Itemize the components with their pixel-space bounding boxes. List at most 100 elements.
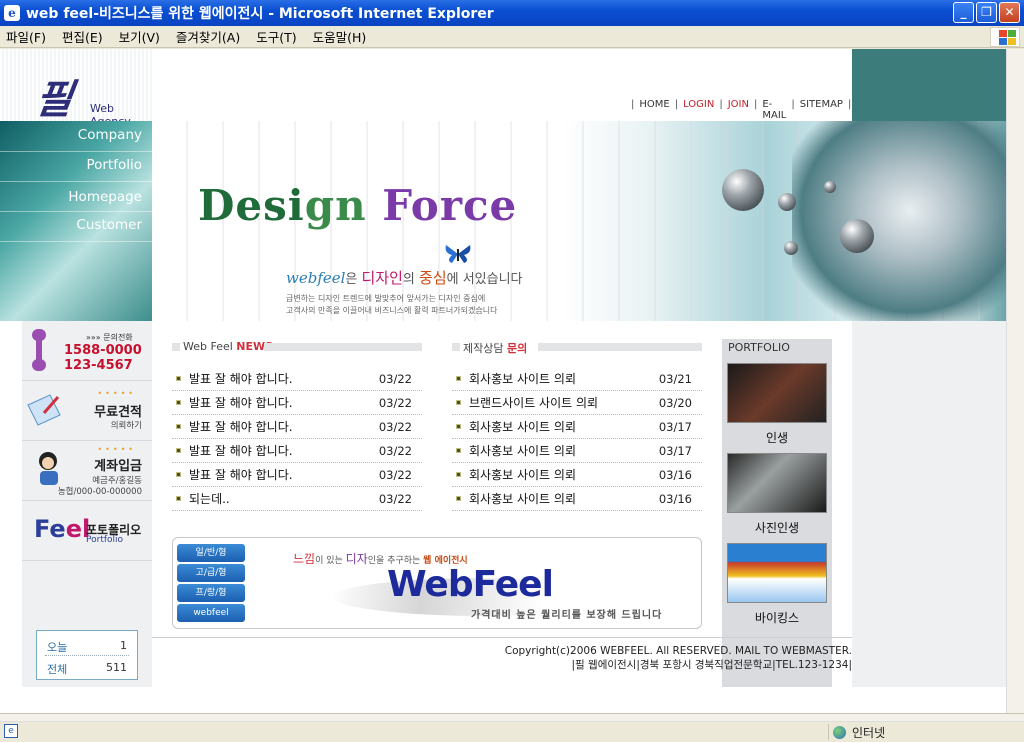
- page-status-icon: e: [4, 724, 18, 738]
- top-nav: | HOME | LOGIN | JOIN | E-MAIL | SITEMAP…: [631, 99, 852, 121]
- bullet-icon: [176, 376, 181, 381]
- side-nav-homepage[interactable]: Homepage: [68, 189, 142, 205]
- list-item-title[interactable]: 회사홍보 사이트 의뢰: [469, 490, 659, 507]
- list-item-title[interactable]: 발표 잘 해야 합니다.: [189, 418, 379, 435]
- quote-title: 무료견적: [94, 405, 142, 420]
- list-item[interactable]: 발표 잘 해야 합니다. 03/22: [172, 391, 422, 415]
- list-item-title[interactable]: 회사홍보 사이트 의뢰: [469, 418, 659, 435]
- sphere-decoration: [778, 193, 796, 211]
- portfolio-caption-3[interactable]: 바이킹스: [722, 609, 832, 626]
- list-item-title[interactable]: 회사홍보 사이트 의뢰: [469, 370, 659, 387]
- hero-banner: Design Force webfeel은 디자인의 중심에 서있습니다 급변하…: [152, 121, 1006, 321]
- list-item[interactable]: 브랜드사이트 사이트 의뢰 03/20: [452, 391, 702, 415]
- right-padding: [852, 321, 1006, 687]
- close-button[interactable]: ✕: [999, 2, 1020, 23]
- menu-bar: 파일(F) 편집(E) 보기(V) 즐겨찾기(A) 도구(T) 도움말(H): [0, 26, 1024, 48]
- side-nav-customer[interactable]: Customer: [76, 217, 142, 233]
- list-item-title[interactable]: 회사홍보 사이트 의뢰: [469, 466, 659, 483]
- list-item[interactable]: 발표 잘 해야 합니다. 03/22: [172, 463, 422, 487]
- bullet-icon: [456, 448, 461, 453]
- portfolio-shortcut-box[interactable]: Feel 포토폴리오 Portfolio: [22, 501, 152, 561]
- person-icon: [39, 452, 58, 485]
- list-item[interactable]: 되는데.. 03/22: [172, 487, 422, 511]
- side-nav-company[interactable]: Company: [78, 127, 142, 143]
- menu-file[interactable]: 파일(F): [6, 27, 46, 46]
- browser-viewport[interactable]: 필 Web Agency | HOME | LOGIN | JOIN | E-M…: [0, 49, 1006, 713]
- nav-email[interactable]: E-MAIL: [762, 99, 786, 121]
- list-item[interactable]: 발표 잘 해야 합니다. 03/22: [172, 367, 422, 391]
- security-zone: 인터넷: [828, 724, 1018, 740]
- portfolio-heading: PORTFOLIO: [728, 341, 790, 354]
- side-nav: Company Portfolio Homepage Customer: [0, 121, 152, 321]
- nav-sitemap[interactable]: SITEMAP: [800, 99, 843, 121]
- list-item-title[interactable]: 발표 잘 해야 합니다.: [189, 394, 379, 411]
- window-titlebar[interactable]: e web feel-비즈니스를 위한 웹에이전시 - Microsoft In…: [0, 0, 1024, 26]
- bank-account-number: 농협/000-00-000000: [57, 487, 142, 497]
- hero-description: 급변하는 디자인 트렌드에 발맞추어 앞서가는 디자인 중심에 고객사의 만족을…: [286, 294, 498, 315]
- bank-title: 계좌입금: [94, 459, 142, 474]
- menu-tools[interactable]: 도구(T): [256, 27, 296, 46]
- menu-help[interactable]: 도움말(H): [313, 27, 367, 46]
- bank-transfer-box[interactable]: ••••• 계좌입금 예금주/홍길동 농협/000-00-000000: [22, 441, 152, 501]
- list-item[interactable]: 회사홍보 사이트 의뢰 03/17: [452, 439, 702, 463]
- nav-login[interactable]: LOGIN: [683, 99, 714, 121]
- horizontal-scrollbar[interactable]: [0, 714, 1024, 722]
- sphere-decoration: [722, 169, 764, 211]
- list-item-title[interactable]: 브랜드사이트 사이트 의뢰: [469, 394, 659, 411]
- nav-home[interactable]: HOME: [639, 99, 669, 121]
- list-item[interactable]: 회사홍보 사이트 의뢰 03/16: [452, 487, 702, 511]
- portfolio-thumb-3[interactable]: [727, 543, 827, 603]
- zone-label: 인터넷: [852, 725, 886, 740]
- side-nav-portfolio[interactable]: Portfolio: [86, 157, 142, 173]
- list-item[interactable]: 발표 잘 해야 합니다. 03/22: [172, 415, 422, 439]
- list-item-date: 03/21: [658, 371, 692, 386]
- bullet-icon: [456, 472, 461, 477]
- bullet-icon: [176, 400, 181, 405]
- site-logo[interactable]: 필 Web Agency: [0, 49, 152, 128]
- globe-icon: [833, 725, 846, 739]
- list-item-title[interactable]: 발표 잘 해야 합니다.: [189, 442, 379, 459]
- plan-flash-button[interactable]: 프/랑/형: [177, 584, 245, 602]
- list-item-date: 03/22: [378, 395, 412, 410]
- bullet-icon: [176, 448, 181, 453]
- minimize-button[interactable]: _: [953, 2, 974, 23]
- list-item-title[interactable]: 되는데..: [189, 490, 379, 507]
- plan-premium-button[interactable]: 고/급/형: [177, 564, 245, 582]
- window-title: web feel-비즈니스를 위한 웹에이전시 - Microsoft Inte…: [26, 6, 494, 22]
- counter-today-label: 오늘: [47, 641, 68, 654]
- list-item-date: 03/20: [658, 395, 692, 410]
- restore-button[interactable]: ❐: [976, 2, 997, 23]
- list-item-date: 03/22: [378, 371, 412, 386]
- contact-phone-box[interactable]: »»» 문의전화 1588-0000 123-4567: [22, 321, 152, 381]
- plan-basic-button[interactable]: 일/반/형: [177, 544, 245, 562]
- portfolio-panel: PORTFOLIO 인생 사진인생 바이킹스: [722, 339, 832, 687]
- nav-join[interactable]: JOIN: [728, 99, 749, 121]
- free-quote-box[interactable]: ••••• 무료견적 의뢰하기: [22, 381, 152, 441]
- menu-view[interactable]: 보기(V): [119, 27, 160, 46]
- quote-paper-icon: [27, 394, 61, 426]
- webfeel-button[interactable]: webfeel: [177, 604, 245, 622]
- portfolio-caption-1[interactable]: 인생: [722, 429, 832, 446]
- bullet-icon: [456, 424, 461, 429]
- portfolio-thumb-1[interactable]: [727, 363, 827, 423]
- portfolio-caption-2[interactable]: 사진인생: [722, 519, 832, 536]
- list-item-title[interactable]: 발표 잘 해야 합니다.: [189, 466, 379, 483]
- butterfly-icon: [445, 245, 471, 263]
- bullet-icon: [456, 376, 461, 381]
- list-item[interactable]: 회사홍보 사이트 의뢰 03/21: [452, 367, 702, 391]
- phone-number: 1588-0000 123-4567: [64, 343, 142, 373]
- menu-edit[interactable]: 편집(E): [62, 27, 103, 46]
- list-item[interactable]: 회사홍보 사이트 의뢰 03/17: [452, 415, 702, 439]
- list-item[interactable]: 회사홍보 사이트 의뢰 03/16: [452, 463, 702, 487]
- bullet-icon: [176, 424, 181, 429]
- logo-mark: 필: [32, 76, 76, 123]
- list-item-date: 03/17: [658, 443, 692, 458]
- list-item[interactable]: 발표 잘 해야 합니다. 03/22: [172, 439, 422, 463]
- list-item-title[interactable]: 발표 잘 해야 합니다.: [189, 370, 379, 387]
- phone-icon: [32, 329, 46, 371]
- vertical-scrollbar[interactable]: [1006, 49, 1024, 713]
- portfolio-thumb-2[interactable]: [727, 453, 827, 513]
- menu-favorites[interactable]: 즐겨찾기(A): [176, 27, 240, 46]
- list-item-title[interactable]: 회사홍보 사이트 의뢰: [469, 442, 659, 459]
- bullet-icon: [456, 496, 461, 501]
